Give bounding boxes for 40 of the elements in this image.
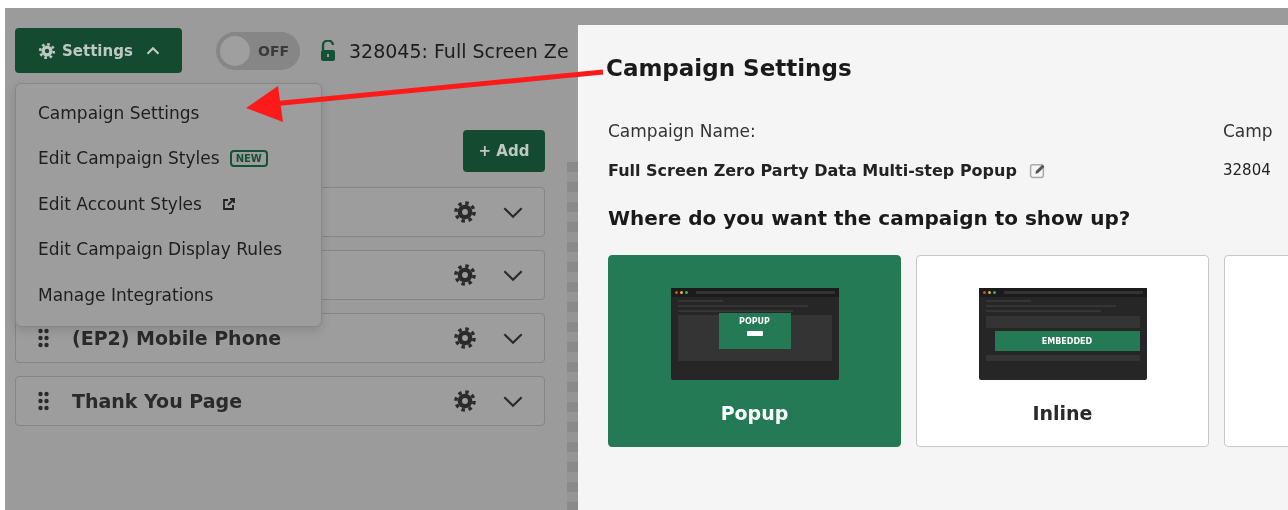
option-label: Inline xyxy=(1032,402,1093,424)
menu-item[interactable]: Manage Integrations xyxy=(38,284,214,305)
caret-icon xyxy=(144,45,161,56)
chevron-down-icon[interactable] xyxy=(502,268,524,282)
step-title: (EP2) Mobile Phone xyxy=(72,327,282,349)
menu-item[interactable]: Edit Campaign Styles xyxy=(38,148,220,169)
settings-button[interactable]: Settings xyxy=(15,28,182,73)
drag-handle-icon[interactable] xyxy=(37,391,50,411)
campaign-title: 328045: Full Screen Ze xyxy=(349,39,569,62)
gear-icon xyxy=(38,41,56,60)
padlock-icon xyxy=(320,39,336,62)
new-badge: NEW xyxy=(229,149,268,167)
placement-option[interactable]: EMBEDDED Inline xyxy=(916,255,1209,447)
browser-preview-drawing: POPUP xyxy=(670,288,839,380)
settings-icon[interactable] xyxy=(453,389,477,413)
step-row[interactable]: Thank You Page xyxy=(15,376,545,426)
settings-icon[interactable] xyxy=(453,200,477,224)
chevron-down-icon[interactable] xyxy=(502,205,524,219)
placement-option[interactable]: POPUP Popup xyxy=(608,255,901,447)
chevron-down-icon[interactable] xyxy=(502,394,524,408)
chevron-down-icon[interactable] xyxy=(502,331,524,345)
field-value: 32804 xyxy=(1223,161,1271,179)
settings-icon[interactable] xyxy=(453,263,477,287)
settings-icon[interactable] xyxy=(453,326,477,350)
drag-handle-icon[interactable] xyxy=(37,328,50,348)
browser-preview-drawing: EMBEDDED xyxy=(978,288,1147,380)
menu-item[interactable]: Edit Account Styles xyxy=(38,193,202,214)
field-value: Full Screen Zero Party Data Multi-step Popup xyxy=(608,161,1017,180)
section-heading: Where do you want the campaign to show up? xyxy=(608,206,1132,230)
menu-item[interactable]: Edit Campaign Display Rules xyxy=(38,239,282,260)
edit-icon[interactable] xyxy=(1028,162,1046,179)
add-button[interactable]: + Add xyxy=(463,130,545,172)
step-title: Thank You Page xyxy=(72,390,243,412)
panel-title: Campaign Settings xyxy=(606,55,853,81)
toggle-switch[interactable]: OFF xyxy=(216,31,300,70)
field-label: Campaign Name: xyxy=(608,121,757,141)
external-link-icon xyxy=(221,196,236,211)
menu-item[interactable]: Campaign Settings xyxy=(38,102,200,123)
field-label: Camp xyxy=(1223,121,1274,141)
option-label: Popup xyxy=(720,402,789,424)
